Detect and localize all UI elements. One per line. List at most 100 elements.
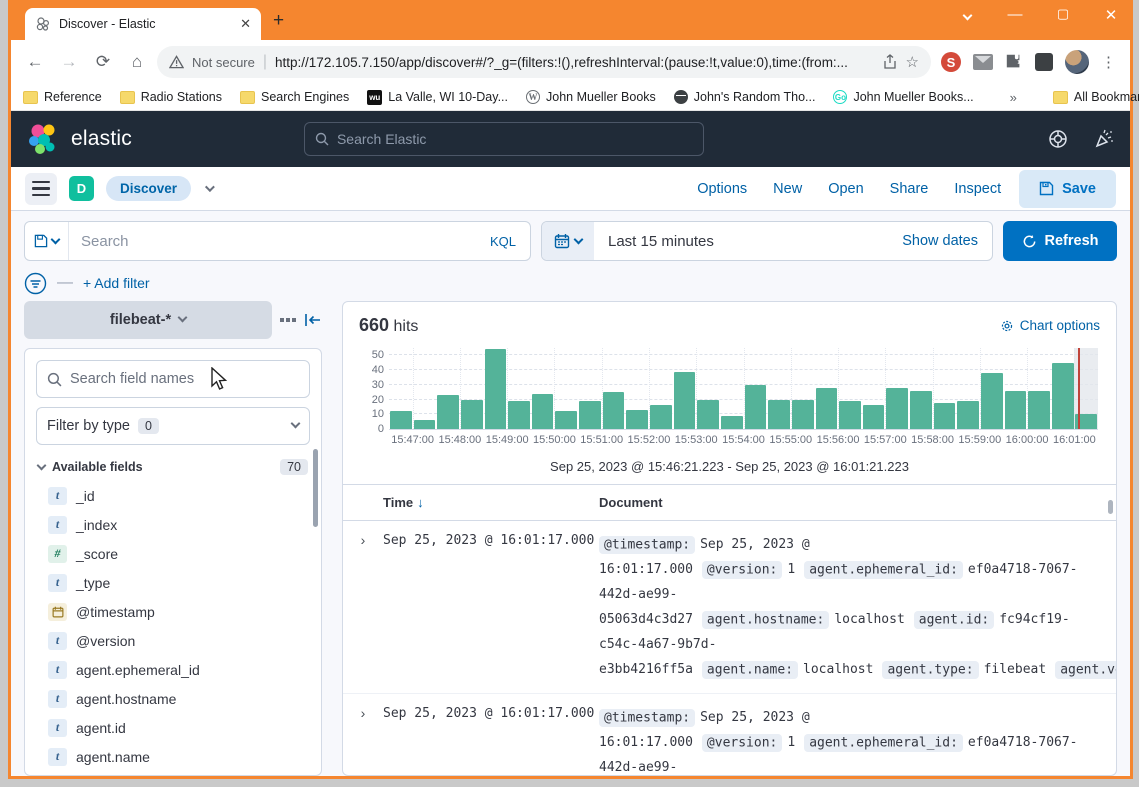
menu-hamburger-icon[interactable] — [25, 173, 57, 205]
new-tab-button[interactable]: + — [273, 12, 284, 29]
field-item[interactable]: #_score — [36, 539, 310, 568]
histogram-bar[interactable] — [697, 400, 719, 429]
field-item[interactable]: tagent.id — [36, 713, 310, 742]
close-icon[interactable]: ✕ — [1102, 6, 1120, 24]
profile-avatar[interactable] — [1065, 50, 1089, 74]
histogram-bar[interactable] — [839, 401, 861, 429]
toolbar-link-new[interactable]: New — [773, 181, 802, 197]
security-label[interactable]: Not secure — [192, 55, 255, 70]
reload-icon[interactable]: ⟳ — [89, 52, 117, 72]
chart-options-button[interactable]: Chart options — [1000, 318, 1100, 333]
minimize-icon[interactable]: — — [1006, 6, 1024, 24]
breadcrumb[interactable]: Discover — [106, 176, 191, 201]
histogram-bar[interactable] — [579, 401, 601, 429]
back-icon[interactable]: ← — [21, 52, 49, 72]
histogram-bar[interactable] — [981, 373, 1003, 429]
toolbar-link-options[interactable]: Options — [697, 181, 747, 197]
query-input[interactable]: Search — [69, 222, 476, 260]
share-icon[interactable] — [882, 54, 898, 70]
bookmark-item[interactable]: GoJohn Mueller Books... — [833, 90, 973, 105]
bookmark-item[interactable]: Reference — [23, 90, 102, 105]
histogram-bar[interactable] — [957, 401, 979, 429]
histogram-bar[interactable] — [1028, 391, 1050, 429]
histogram-bar[interactable] — [485, 349, 507, 429]
filter-by-type-select[interactable]: Filter by type 0 — [36, 407, 310, 445]
forward-icon[interactable]: → — [55, 52, 83, 72]
help-icon[interactable] — [1048, 129, 1068, 149]
histogram-bar[interactable] — [768, 400, 790, 429]
bookmark-item[interactable]: wuLa Valle, WI 10-Day... — [367, 90, 508, 105]
date-picker-quick-menu[interactable] — [542, 222, 594, 260]
bookmark-item[interactable]: Radio Stations — [120, 90, 222, 105]
histogram-bar[interactable] — [603, 392, 625, 429]
histogram-bar[interactable] — [1005, 391, 1027, 429]
space-avatar[interactable]: D — [69, 176, 94, 201]
extension-mail-icon[interactable] — [973, 54, 993, 70]
histogram-bar[interactable] — [555, 411, 577, 429]
histogram-bar[interactable] — [886, 388, 908, 429]
field-options-icon[interactable] — [280, 318, 296, 322]
collapse-sidebar-icon[interactable] — [304, 312, 322, 328]
histogram-bar[interactable] — [792, 400, 814, 429]
filter-set-icon[interactable] — [24, 272, 47, 295]
url-text[interactable]: http://172.105.7.150/app/discover#/?_g=(… — [275, 55, 874, 70]
histogram-bar[interactable] — [1052, 363, 1074, 429]
document-column-header[interactable]: Document — [599, 495, 663, 510]
expand-row-icon[interactable]: › — [343, 532, 383, 682]
toolbar-link-open[interactable]: Open — [828, 181, 863, 197]
extensions-puzzle-icon[interactable] — [1005, 53, 1023, 71]
whats-new-icon[interactable] — [1094, 129, 1114, 149]
histogram-bar[interactable] — [508, 401, 530, 429]
histogram-bar[interactable] — [816, 388, 838, 429]
field-search-input[interactable]: Search field names — [36, 360, 310, 398]
histogram-bar[interactable] — [532, 394, 554, 429]
bookmark-item[interactable]: John's Random Tho... — [674, 90, 816, 105]
time-column-header[interactable]: Time — [383, 495, 413, 510]
sidebar-scrollbar[interactable] — [313, 449, 318, 527]
bookmark-item[interactable]: Search Engines — [240, 90, 349, 105]
saved-query-menu-button[interactable] — [25, 222, 69, 260]
histogram-bar[interactable] — [626, 410, 648, 429]
field-item[interactable]: t_id — [36, 481, 310, 510]
refresh-button[interactable]: Refresh — [1003, 221, 1117, 261]
expand-row-icon[interactable]: › — [343, 705, 383, 775]
extension-s-icon[interactable]: S — [941, 52, 961, 72]
table-row[interactable]: ›Sep 25, 2023 @ 16:01:17.000@timestamp:S… — [343, 521, 1116, 694]
maximize-icon[interactable]: ▢ — [1054, 6, 1072, 24]
tab-close-icon[interactable]: ✕ — [240, 16, 251, 32]
chrome-menu-icon[interactable]: ⋮ — [1101, 53, 1116, 71]
bookmark-item[interactable]: WJohn Mueller Books — [526, 90, 656, 105]
field-item[interactable]: t_index — [36, 510, 310, 539]
global-search-input[interactable]: Search Elastic — [304, 122, 704, 156]
field-item[interactable]: t_type — [36, 568, 310, 597]
index-pattern-select[interactable]: filebeat-* — [24, 301, 272, 339]
all-bookmarks-button[interactable]: All Bookmarks — [1053, 90, 1139, 104]
time-range-value[interactable]: Last 15 minutes — [594, 222, 888, 260]
home-icon[interactable]: ⌂ — [123, 52, 151, 72]
field-item[interactable]: @timestamp — [36, 597, 310, 626]
window-menu-icon[interactable] — [958, 6, 976, 24]
field-item[interactable]: tagent.ephemeral_id — [36, 655, 310, 684]
histogram-bar[interactable] — [745, 385, 767, 429]
histogram-bar[interactable] — [863, 405, 885, 429]
save-button[interactable]: Save — [1019, 170, 1116, 208]
field-item[interactable]: tagent.hostname — [36, 684, 310, 713]
toolbar-link-inspect[interactable]: Inspect — [954, 181, 1001, 197]
histogram-bar[interactable] — [650, 405, 672, 429]
histogram-bar[interactable] — [910, 391, 932, 429]
elastic-logo[interactable]: elastic — [27, 123, 132, 155]
histogram-bar[interactable] — [390, 411, 412, 429]
browser-tab[interactable]: Discover - Elastic ✕ — [25, 8, 261, 40]
available-fields-header[interactable]: Available fields 70 — [38, 459, 308, 475]
bookmark-star-icon[interactable]: ☆ — [906, 53, 919, 71]
field-item[interactable]: t@version — [36, 626, 310, 655]
histogram-bar[interactable] — [437, 395, 459, 429]
address-bar[interactable]: Not secure | http://172.105.7.150/app/di… — [157, 46, 931, 78]
histogram-bar[interactable] — [934, 403, 956, 430]
add-filter-button[interactable]: + Add filter — [83, 275, 150, 291]
show-dates-button[interactable]: Show dates — [888, 233, 992, 249]
field-item[interactable]: tagent.name — [36, 742, 310, 771]
bookmarks-overflow-icon[interactable]: » — [1010, 90, 1017, 105]
toolbar-link-share[interactable]: Share — [890, 181, 929, 197]
query-language-button[interactable]: KQL — [476, 234, 530, 249]
